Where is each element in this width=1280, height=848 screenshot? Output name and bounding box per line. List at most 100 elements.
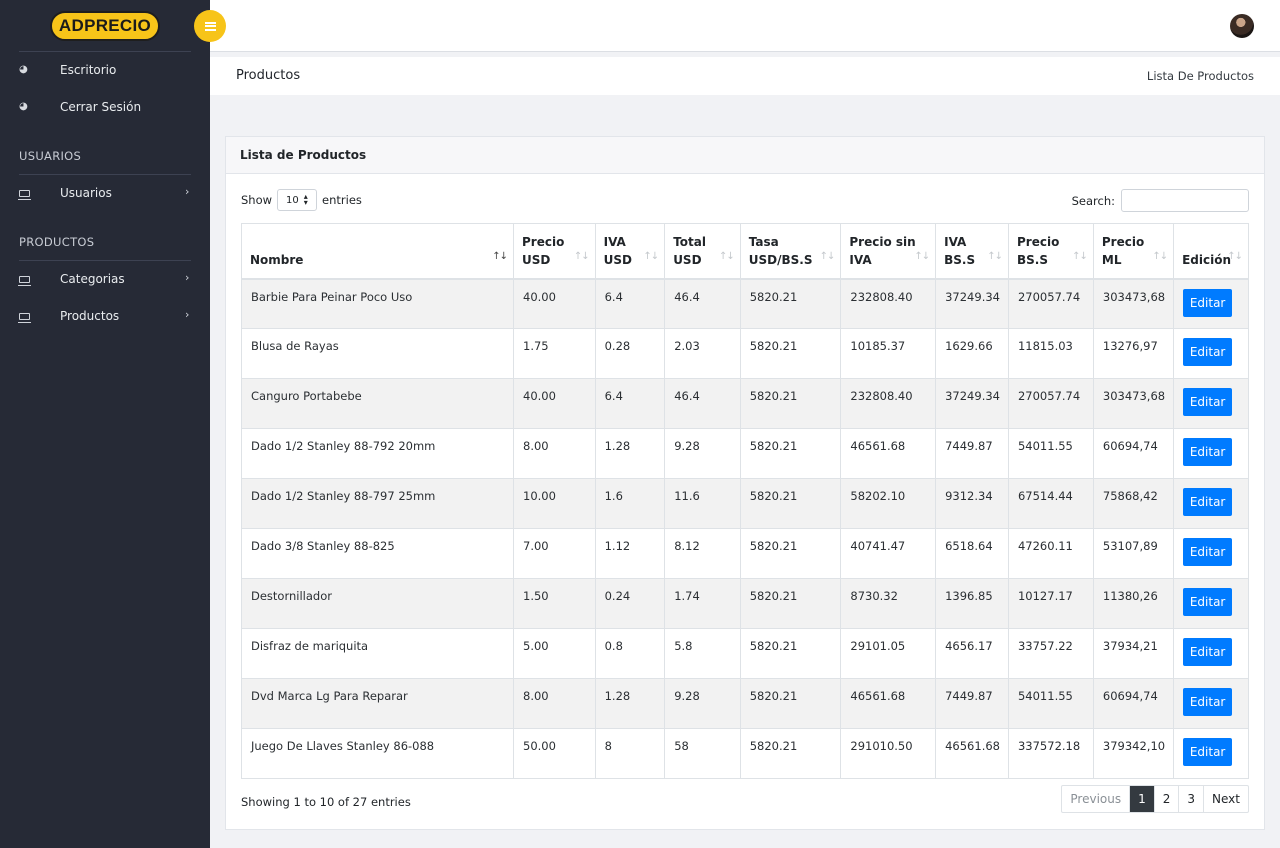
edit-button[interactable]: Editar	[1183, 338, 1233, 366]
column-header[interactable]: Precio BS.S ↑↓	[1007, 223, 1094, 280]
table-cell: 60694,74	[1092, 678, 1175, 729]
table-row: Blusa de Rayas 1.75 0.28 2.03 5820.21 10185.3…	[241, 328, 1249, 379]
table-cell: 270057.74	[1007, 378, 1094, 429]
column-header[interactable]: IVA BS.S ↑↓	[935, 223, 1009, 280]
table-cell: 46.4	[664, 278, 741, 329]
table-cell: 6.4	[594, 378, 666, 429]
edit-button[interactable]: Editar	[1183, 388, 1233, 416]
table-cell: 40.00	[513, 278, 596, 329]
table-cell: 5820.21	[739, 578, 842, 629]
pagination-page[interactable]: 1	[1129, 786, 1154, 812]
entries-label: entries	[322, 193, 362, 207]
table-cell: 6.4	[594, 278, 666, 329]
pagination-page[interactable]: 3	[1178, 786, 1203, 812]
column-header[interactable]: Precio sin IVA ↑↓	[840, 223, 937, 280]
edit-button[interactable]: Editar	[1183, 538, 1233, 566]
column-header[interactable]: IVA USD ↑↓	[594, 223, 666, 280]
column-header[interactable]: Edición ↑↓	[1173, 223, 1249, 280]
table-header-row: Nombre ↑↓ Precio USD ↑↓ IVA USD ↑↓ Total USD ↑↓ Tas…	[241, 223, 1249, 280]
pagination-previous[interactable]: Previous	[1062, 786, 1129, 812]
table-cell: 10185.37	[840, 328, 937, 379]
table-cell: 1396.85	[935, 578, 1009, 629]
table-cell: 1.50	[513, 578, 596, 629]
sidebar-item-usuarios[interactable]: Usuarios ›	[0, 181, 210, 205]
table-cell-edit: Editar	[1173, 628, 1249, 679]
table-cell: 5820.21	[739, 278, 842, 329]
chevron-right-icon: ›	[185, 271, 190, 284]
table-cell: 7.00	[513, 528, 596, 579]
table-cell: 29101.05	[840, 628, 937, 679]
entries-length-value: 10	[286, 194, 299, 206]
column-header[interactable]: Precio ML ↑↓	[1092, 223, 1175, 280]
table-cell: 303473,68	[1092, 278, 1175, 329]
table-cell: 1.12	[594, 528, 666, 579]
table-cell: 5820.21	[739, 428, 842, 479]
card-header: Lista de Productos	[226, 137, 1264, 174]
sidebar: ADPRECIO ◕ Escritorio ◕ Cerrar Sesión US…	[0, 0, 210, 848]
sidebar-item-cerrar-sesion[interactable]: ◕ Cerrar Sesión	[0, 95, 210, 119]
column-header[interactable]: Tasa USD/BS.S ↑↓	[739, 223, 842, 280]
table-row: Destornillador 1.50 0.24 1.74 5820.21 8730.32…	[241, 578, 1249, 629]
sort-icon: ↑↓	[1072, 250, 1088, 262]
search-input[interactable]	[1121, 189, 1249, 212]
edit-button[interactable]: Editar	[1183, 638, 1233, 666]
table-cell: 54011.55	[1007, 678, 1094, 729]
products-card: Lista de Productos Show 10 ▴ ▾ entries Se…	[225, 136, 1265, 830]
column-header[interactable]: Nombre ↑↓	[241, 223, 514, 280]
sidebar-item-label: Productos	[60, 309, 120, 323]
entries-length-select[interactable]: 10 ▴ ▾	[277, 189, 318, 211]
edit-button[interactable]: Editar	[1183, 738, 1233, 766]
table-cell: 37249.34	[935, 278, 1009, 329]
edit-button[interactable]: Editar	[1183, 688, 1233, 716]
table-cell: Dado 3/8 Stanley 88-825	[241, 528, 514, 579]
table-cell: 8.12	[664, 528, 741, 579]
chevron-right-icon: ›	[185, 185, 190, 198]
table-cell: Barbie Para Peinar Poco Uso	[241, 278, 514, 329]
table-cell: 11380,26	[1092, 578, 1175, 629]
edit-button[interactable]: Editar	[1183, 588, 1233, 616]
dashboard-icon: ◕	[19, 101, 28, 112]
sidebar-item-label: Usuarios	[60, 186, 112, 200]
table-cell: 5820.21	[739, 378, 842, 429]
sidebar-divider	[19, 174, 191, 175]
table-cell: 60694,74	[1092, 428, 1175, 479]
monitor-icon	[18, 312, 31, 324]
chevron-right-icon: ›	[185, 308, 190, 321]
table-body: Barbie Para Peinar Poco Uso 40.00 6.4 46.4 5…	[241, 278, 1249, 779]
table-cell: 9.28	[664, 678, 741, 729]
table-cell: 1.28	[594, 678, 666, 729]
edit-button[interactable]: Editar	[1183, 488, 1233, 516]
pagination-page[interactable]: 2	[1153, 786, 1179, 812]
entries-length-control: Show 10 ▴ ▾ entries	[241, 189, 362, 211]
sidebar-item-escritorio[interactable]: ◕ Escritorio	[0, 58, 210, 82]
dashboard-icon: ◕	[19, 64, 28, 75]
menu-toggle-button[interactable]	[194, 10, 226, 42]
column-header[interactable]: Total USD ↑↓	[664, 223, 741, 280]
table-cell-edit: Editar	[1173, 478, 1249, 529]
table-row: Dado 1/2 Stanley 88-797 25mm 10.00 1.6 11.6…	[241, 478, 1249, 529]
edit-button[interactable]: Editar	[1183, 288, 1233, 317]
breadcrumb: Lista De Productos	[1146, 69, 1254, 83]
table-cell-edit: Editar	[1173, 378, 1249, 429]
table-cell: Juego De Llaves Stanley 86-088	[241, 728, 514, 779]
table-cell: 5820.21	[739, 478, 842, 529]
select-arrows-icon: ▴ ▾	[303, 192, 308, 207]
column-header-label: Nombre	[250, 253, 304, 267]
card-title: Lista de Productos	[240, 148, 367, 162]
app-logo[interactable]: ADPRECIO	[50, 11, 160, 41]
table-cell: 379342,10	[1092, 728, 1175, 779]
table-cell: 1.6	[594, 478, 666, 529]
sort-icon: ↑↓	[492, 250, 508, 262]
sidebar-item-label: Escritorio	[60, 63, 117, 77]
edit-button[interactable]: Editar	[1183, 438, 1233, 466]
sidebar-section-productos: PRODUCTOS	[19, 235, 95, 249]
table-row: Dado 1/2 Stanley 88-792 20mm 8.00 1.28 9.28…	[241, 428, 1249, 479]
avatar[interactable]	[1230, 14, 1254, 38]
sidebar-item-productos[interactable]: Productos ›	[0, 304, 210, 328]
table-cell: 5820.21	[739, 678, 842, 729]
sort-icon: ↑↓	[573, 250, 590, 262]
column-header[interactable]: Precio USD ↑↓	[513, 223, 596, 280]
pagination-next[interactable]: Next	[1203, 786, 1248, 812]
sidebar-item-categorias[interactable]: Categorias ›	[0, 267, 210, 291]
table-cell: Blusa de Rayas	[241, 328, 514, 379]
